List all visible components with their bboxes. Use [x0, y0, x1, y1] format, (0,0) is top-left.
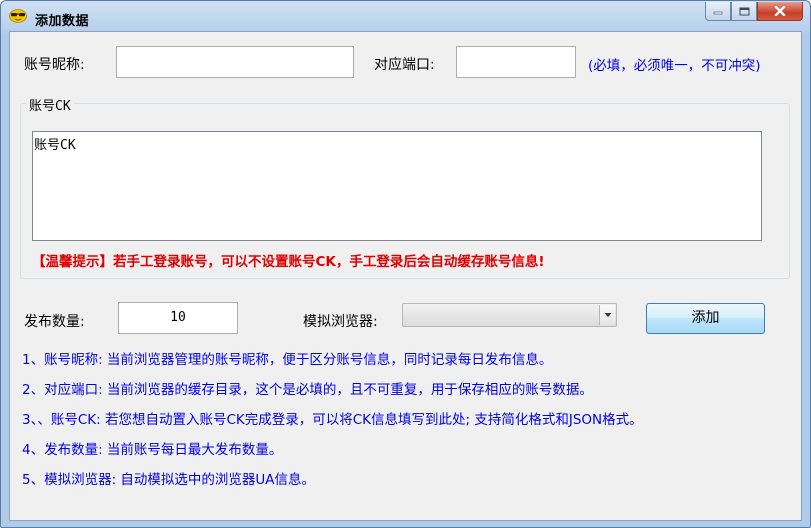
title-bar[interactable]: 添加数据: [1, 1, 810, 35]
note-item: 3、、账号CK: 若您想自动置入账号CK完成登录，可以将CK信息填写到此处; 支…: [22, 412, 643, 428]
add-button[interactable]: 添加: [646, 303, 765, 334]
publish-count-label: 发布数量:: [24, 314, 85, 330]
ck-group-title: 账号CK: [26, 95, 74, 114]
port-label: 对应端口:: [374, 57, 435, 73]
note-item: 5、模拟浏览器: 自动模拟选中的浏览器UA信息。: [22, 472, 316, 488]
nickname-input[interactable]: [116, 46, 354, 78]
port-input[interactable]: [456, 46, 576, 78]
form-panel: 账号昵称: 对应端口: (必填，必须唯一，不可冲突) 账号CK 账号CK 【温馨…: [9, 31, 802, 521]
nickname-label: 账号昵称:: [24, 57, 85, 73]
browser-select[interactable]: [402, 303, 617, 327]
window-controls: [705, 2, 803, 22]
maximize-icon: [739, 7, 749, 15]
browser-label: 模拟浏览器:: [303, 314, 378, 330]
minimize-icon: [713, 11, 723, 15]
chevron-down-icon: [604, 313, 611, 317]
dropdown-arrow[interactable]: [599, 305, 615, 325]
note-item: 2、对应端口: 当前浏览器的缓存目录，这个是必填的，且不可重复，用于保存相应的账…: [22, 382, 593, 398]
window-title: 添加数据: [35, 14, 90, 29]
publish-count-input[interactable]: 10: [118, 302, 238, 334]
minimize-button[interactable]: [705, 2, 731, 21]
close-icon: [774, 6, 786, 16]
note-item: 4、发布数量: 当前账号每日最大发布数量。: [22, 442, 283, 458]
warning-tip: 【温馨提示】若手工登录账号，可以不设置账号CK，手工登录后会自动缓存账号信息!: [32, 254, 545, 270]
close-button[interactable]: [757, 2, 803, 21]
ck-textarea[interactable]: 账号CK: [32, 131, 762, 241]
app-window: 添加数据 账号昵称: 对应端口: (必填，必须唯一，不可冲突) 账号CK 账号C…: [0, 0, 811, 528]
sunglasses-face-icon: [9, 9, 27, 23]
port-hint: (必填，必须唯一，不可冲突): [588, 58, 761, 74]
maximize-button[interactable]: [731, 2, 757, 21]
note-item: 1、账号昵称: 当前浏览器管理的账号昵称，便于区分账号信息，同时记录每日发布信息…: [22, 352, 553, 368]
